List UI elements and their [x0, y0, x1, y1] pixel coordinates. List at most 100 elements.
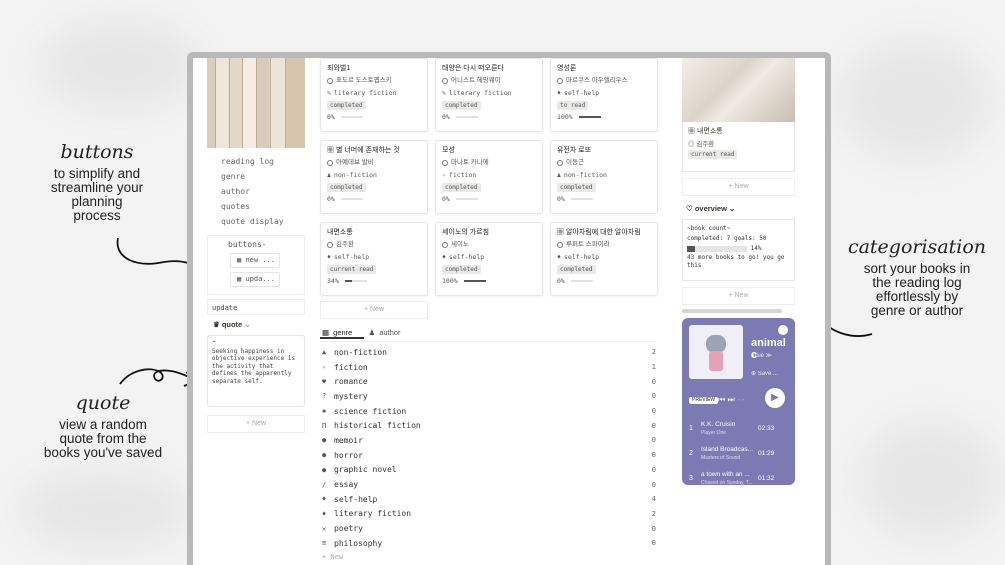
- album-art: [689, 325, 743, 379]
- book-title: ▦ 알아차림에 대한 알아차림: [557, 227, 651, 239]
- nav-link[interactable]: quote display: [207, 214, 305, 229]
- genre-row[interactable]: ≡ philosophy 0: [320, 536, 656, 551]
- book-genre: ♟ non-fiction: [557, 169, 651, 181]
- genre-icon: ▲: [322, 348, 327, 357]
- book-count-card: ~book count~ completed: 7 goals: 50 14% …: [682, 219, 795, 281]
- genre-icon: ✧: [322, 363, 327, 372]
- skip-back-icon[interactable]: ⏮: [718, 395, 725, 404]
- spotify-player[interactable]: animal c rosie ≫ ⊕ Save ... PREVIEW ⏮ ⏭ …: [682, 318, 795, 485]
- book-title-text: 모성: [442, 147, 455, 154]
- quote-heading[interactable]: ♛ quote ⌄: [207, 320, 305, 329]
- book-title-text: 태양은 다시 떠오른다: [442, 65, 504, 72]
- new-button[interactable]: + New: [207, 415, 305, 433]
- genre-row[interactable]: ♦ literary fiction 2: [320, 507, 656, 522]
- nav-link[interactable]: genre: [207, 169, 305, 184]
- new-button[interactable]: + New: [682, 178, 795, 196]
- tab-label: author: [379, 328, 401, 337]
- skip-forward-icon[interactable]: ⏭: [727, 395, 734, 404]
- book-genre-text: literary fiction: [333, 89, 397, 97]
- book-genre-text: self-help: [448, 253, 485, 261]
- update-field[interactable]: update: [207, 299, 305, 315]
- book-card[interactable]: 내면소통 김주환 ♦ self-help current read 34%: [320, 222, 428, 296]
- genre-row[interactable]: ♥ romance 0: [320, 374, 656, 389]
- progress-bar: [455, 116, 478, 118]
- track-name: a town with an ...: [701, 471, 750, 478]
- book-card[interactable]: ▦ 알아차림에 대한 알아차림 루퍼트 스파이라 ♦ self-help complet…: [550, 222, 658, 296]
- book-progress: 0%: [327, 193, 421, 205]
- status-badge: completed: [442, 264, 481, 274]
- annotation-title: categorisation: [847, 236, 987, 258]
- book-author: 루퍼트 스파이라: [557, 239, 651, 251]
- genre-name: literary fiction: [334, 509, 412, 519]
- genre-icon: ≡: [322, 539, 327, 548]
- track-row[interactable]: 1 K.K. Cruisin Player One 02:33: [689, 419, 779, 439]
- genre-row[interactable]: ● graphic novel 0: [320, 463, 656, 478]
- genre-row[interactable]: ✕ poetry 0: [320, 521, 656, 536]
- genre-row[interactable]: / essay 0: [320, 477, 656, 492]
- book-title-text: 유전자 로또: [557, 147, 592, 154]
- book-title-text: 죄와벌1: [327, 65, 351, 72]
- progress-fill: [578, 116, 601, 118]
- update-button[interactable]: ▦ upda...: [230, 272, 280, 287]
- genre-name: memoir: [334, 435, 363, 445]
- book-card[interactable]: 유전자 로또 이동근 ♟ non-fiction completed 0%: [550, 140, 658, 214]
- play-icon[interactable]: ▶: [765, 388, 785, 408]
- genre-row[interactable]: Πhistorical fiction 0: [320, 418, 656, 433]
- genre-row[interactable]: ● memoir 0: [320, 433, 656, 448]
- book-author: 아예데보 발비: [327, 157, 421, 169]
- genre-row[interactable]: ? mystery 0: [320, 389, 656, 404]
- book-author-text: 김주환: [336, 241, 354, 248]
- genre-icon: ♥: [322, 377, 327, 386]
- genre-name: non-fiction: [334, 347, 387, 357]
- genre-new-button[interactable]: + New: [320, 553, 656, 561]
- genre-name: fiction: [334, 362, 368, 372]
- genre-row[interactable]: ● horror 0: [320, 448, 656, 463]
- genre-name: essay: [334, 480, 359, 490]
- book-author: 세이노: [442, 239, 536, 251]
- track-row[interactable]: 3 a town with an ... Chased on Sunday, T..…: [689, 469, 779, 485]
- book-title: 세이노의 가르침: [442, 227, 536, 239]
- new-button[interactable]: + New: [682, 287, 795, 305]
- nav-link[interactable]: quotes: [207, 199, 305, 214]
- track-name: K.K. Cruisin: [701, 421, 736, 428]
- genre-name: romance: [334, 377, 368, 387]
- nav-link[interactable]: reading log: [207, 154, 305, 169]
- quote-heading-label: quote: [221, 320, 243, 329]
- annotation-line: sort your books in: [863, 261, 971, 276]
- tab-author[interactable]: ♟ author: [366, 328, 412, 337]
- new-entry-button[interactable]: ▦ new ...: [230, 253, 280, 268]
- track-row[interactable]: 2 Island Broadcas... Masters of Sound 01:29: [689, 444, 779, 464]
- genre-row[interactable]: ✧ fiction 1: [320, 360, 656, 375]
- track-artist: Chased on Sunday, T...: [701, 480, 753, 485]
- book-card[interactable]: ▦ 별 너머에 존재하는 것 아예데보 발비 ♟ non-fiction complet…: [320, 140, 428, 214]
- genre-count: 0: [651, 539, 656, 548]
- genre-count: 0: [651, 451, 656, 460]
- genre-row[interactable]: ✺ science fiction 0: [320, 404, 656, 419]
- book-progress: 0%: [442, 111, 536, 123]
- annotation-buttons: buttons to simplify and streamline your …: [28, 141, 166, 223]
- annotation-line: streamline your: [50, 180, 144, 195]
- overview-heading[interactable]: ♡ overview ⌄: [682, 204, 795, 213]
- save-button[interactable]: ⊕ Save ...: [751, 370, 778, 377]
- count-title: ~book count~: [687, 225, 731, 232]
- book-card[interactable]: 모성 마나토 카나에 ✧ fiction completed 0%: [435, 140, 543, 214]
- genre-row[interactable]: ♦ self-help 4: [320, 492, 656, 507]
- button-label: upda...: [245, 275, 275, 283]
- book-card[interactable]: 태양은 다시 떠오른다 어니스트 헤밍웨이 ✎ literary fiction com…: [435, 58, 543, 132]
- scrollbar[interactable]: [682, 309, 782, 313]
- book-card[interactable]: 영성론 마르쿠스 아우렐리우스 ♦ self-help to read 100%: [550, 58, 658, 132]
- book-status: completed: [442, 181, 536, 193]
- book-genre: ♦ self-help: [327, 251, 421, 263]
- book-author-text: 이동근: [566, 159, 584, 166]
- gallery-new-button[interactable]: + New: [320, 301, 428, 319]
- genre-row[interactable]: ▲ non-fiction 2: [320, 345, 656, 360]
- book-card[interactable]: 죄와벌1 표도르 도스토옙스키 ✎ literary fiction completed…: [320, 58, 428, 132]
- book-card[interactable]: 세이노의 가르침 세이노 ♦ self-help completed 100%: [435, 222, 543, 296]
- card-title-text: 내면소통: [696, 128, 723, 135]
- current-read-card[interactable]: ▦ 내면소통 ◎ 김주환 current read: [682, 122, 795, 172]
- book-genre-text: non-fiction: [563, 171, 607, 179]
- chevron-down-icon: ⌄: [244, 320, 251, 329]
- nav-link[interactable]: author: [207, 184, 305, 199]
- device-frame: reading log genre author quotes quote di…: [187, 52, 831, 565]
- tab-genre[interactable]: ▦ genre: [320, 328, 365, 339]
